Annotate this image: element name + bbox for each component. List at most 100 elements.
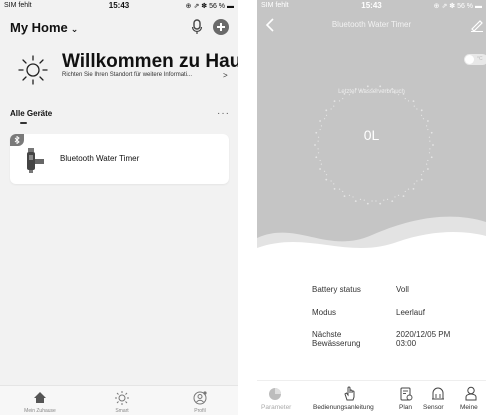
dial-tick [420,114,423,116]
tab-indicator [20,122,27,124]
sun-icon [115,391,129,405]
device-card[interactable]: Bluetooth Water Timer [10,134,229,184]
page-title: Bluetooth Water Timer [331,20,412,29]
dial-tick [420,109,423,112]
home-icon [34,392,46,403]
dial-tick [416,108,418,110]
status-bar: SIM fehlt 15:43 ⊕ ⇗ ✽ 56 % ▬ [257,0,486,12]
dial-tick [333,105,335,107]
bottom-tab-bar: Mein Zuhause Smart Profil [0,385,238,415]
dial-tick [325,174,328,176]
dial-tick [412,100,415,103]
chevron-right-icon[interactable]: > [223,71,228,80]
dial-tick [333,183,335,185]
dial-tick [427,168,429,170]
profile-icon [193,391,207,405]
device-name: Bluetooth Water Timer [60,154,140,163]
dial-tick [422,118,425,120]
dial-tick [413,105,415,107]
dial-tick [379,85,382,88]
chevron-down-icon: ⌄ [70,24,79,34]
next-watering-value: 2020/12/05 PM 03:00 [396,330,451,348]
welcome-title: Willkommen zu Hau... [62,51,238,72]
dial-tick [420,178,423,181]
dial-tick [422,170,425,172]
dial-tick [338,188,341,190]
dial-tick [397,194,400,196]
tab-label: Meine [460,404,478,411]
microphone-icon[interactable] [191,19,203,35]
add-icon[interactable] [213,19,229,35]
dial-tick [323,118,326,120]
battery-label: ⊕ ⇗ ✽ 56 % ▬ [433,3,482,10]
dial-tick [317,148,319,150]
right-phone-screen: SIM fehlt 15:43 ⊕ ⇗ ✽ 56 % ▬ Bluetooth W… [257,0,486,415]
dial-tick [325,178,328,181]
devices-tab[interactable]: Alle Geräte [10,109,52,118]
dial-tick [325,114,328,116]
dial-tick [314,144,316,146]
dial-tick [352,196,354,198]
dial-tick [416,180,418,182]
tab-label: Bedienungsanleitung [313,404,374,411]
dial-tick [407,188,410,190]
more-icon[interactable]: ··· [217,108,230,119]
tab-label: Sensor [423,404,444,411]
battery-status-label: Battery status [312,285,361,294]
mode-value: Leerlauf [396,308,425,317]
unit-label: °C [477,56,483,62]
dial-tick [427,120,429,122]
battery-label: ⊕ ⇗ ✽ 56 % ▬ [185,3,234,10]
tab-label: Smart [115,408,129,414]
dial-tick [348,194,351,196]
dial-tick [429,148,431,150]
tab-label: Profil [194,408,206,414]
dial-tick [430,156,433,159]
dial-tick [420,174,423,176]
usage-dial [314,85,434,205]
chart-icon [269,388,281,400]
dial-value: 0L [363,127,380,143]
water-timer-icon [27,148,44,173]
home-title: My Home [10,20,68,35]
unit-toggle[interactable]: °C [464,54,486,65]
dial-tick [404,97,406,100]
dial-tick [319,168,321,170]
person-icon [465,386,477,401]
dial-tick [343,195,346,197]
tab-label: Plan [399,404,413,411]
dial-tick [330,108,332,110]
next-watering-label: Nächste Bewässerung [312,330,361,348]
bluetooth-icon [10,134,24,146]
hand-icon [344,386,355,401]
dial-tick [342,97,344,100]
dial-tick [426,163,428,165]
dial-tick [407,100,410,102]
welcome-subtitle[interactable]: Richten Sie Ihren Standort für weitere I… [62,72,192,78]
dial-tick [366,85,369,88]
wave-decoration [257,216,486,260]
home-selector[interactable]: My Home ⌄ [10,20,78,35]
dial-tick [412,187,415,190]
dial-tick [315,156,318,159]
dial-tick [333,187,336,190]
tab-label: Parameter [261,404,292,411]
battery-status-value: Voll [396,285,409,294]
dial-tick [317,152,320,154]
dial-tick [404,190,406,193]
edit-icon[interactable] [470,18,484,32]
left-phone-screen: SIM fehlt 15:43 ⊕ ⇗ ✽ 56 % ▬ My Home ⌄ Wi… [0,0,238,415]
dial-tick [325,109,328,112]
tab-label: Mein Zuhause [24,408,56,414]
dial-tick [319,120,321,122]
usage-hero: SIM fehlt 15:43 ⊕ ⇗ ✽ 56 % ▬ Bluetooth W… [257,0,486,260]
dial-tick [342,190,344,193]
mode-label: Modus [312,308,337,317]
dial-tick [402,195,405,197]
dial-tick [338,100,341,102]
dial-tick [432,144,434,146]
dial-tick [320,163,322,165]
dial-tick [333,100,336,103]
dial-tick [330,180,332,182]
status-bar: SIM fehlt 15:43 ⊕ ⇗ ✽ 56 % ▬ [0,0,238,12]
